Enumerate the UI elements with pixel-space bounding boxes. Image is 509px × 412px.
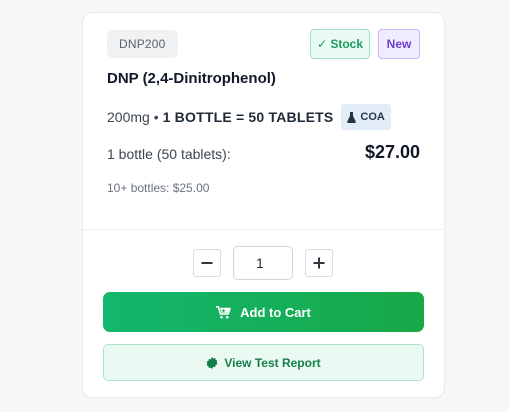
view-test-report-label: View Test Report bbox=[224, 355, 321, 370]
product-spec: 200mg • 1 BOTTLE = 50 TABLETS COA bbox=[107, 104, 391, 130]
increase-quantity-button[interactable] bbox=[305, 249, 333, 277]
price-label: 1 bottle (50 tablets): bbox=[107, 146, 231, 162]
product-info: DNP200 ✓ Stock New DNP (2,4-Dinitropheno… bbox=[83, 13, 444, 231]
add-to-cart-button[interactable]: Add to Cart bbox=[103, 292, 424, 332]
plus-icon bbox=[313, 257, 325, 269]
coa-badge[interactable]: COA bbox=[341, 104, 391, 130]
minus-icon bbox=[201, 262, 213, 264]
price: $27.00 bbox=[364, 142, 420, 162]
quantity-stepper bbox=[83, 246, 444, 280]
decrease-quantity-button[interactable] bbox=[193, 249, 221, 277]
stock-badge: ✓ Stock bbox=[310, 29, 370, 59]
bottle-info: 1 BOTTLE = 50 TABLETS bbox=[162, 109, 334, 125]
certificate-icon bbox=[206, 356, 218, 369]
flask-icon bbox=[347, 111, 357, 123]
coa-label: COA bbox=[360, 111, 385, 123]
add-to-cart-label: Add to Cart bbox=[240, 304, 311, 320]
dose-text: 200mg • bbox=[107, 109, 159, 125]
bulk-price: 10+ bottles: $25.00 bbox=[107, 181, 210, 195]
new-badge: New bbox=[378, 29, 420, 59]
view-test-report-button[interactable]: View Test Report bbox=[103, 344, 424, 381]
divider bbox=[83, 229, 444, 230]
sku-badge: DNP200 bbox=[107, 30, 178, 58]
product-title: DNP (2,4-Dinitrophenol) bbox=[107, 70, 276, 87]
cart-icon bbox=[216, 305, 231, 318]
quantity-input[interactable] bbox=[233, 246, 293, 280]
product-card: DNP200 ✓ Stock New DNP (2,4-Dinitropheno… bbox=[82, 12, 445, 398]
